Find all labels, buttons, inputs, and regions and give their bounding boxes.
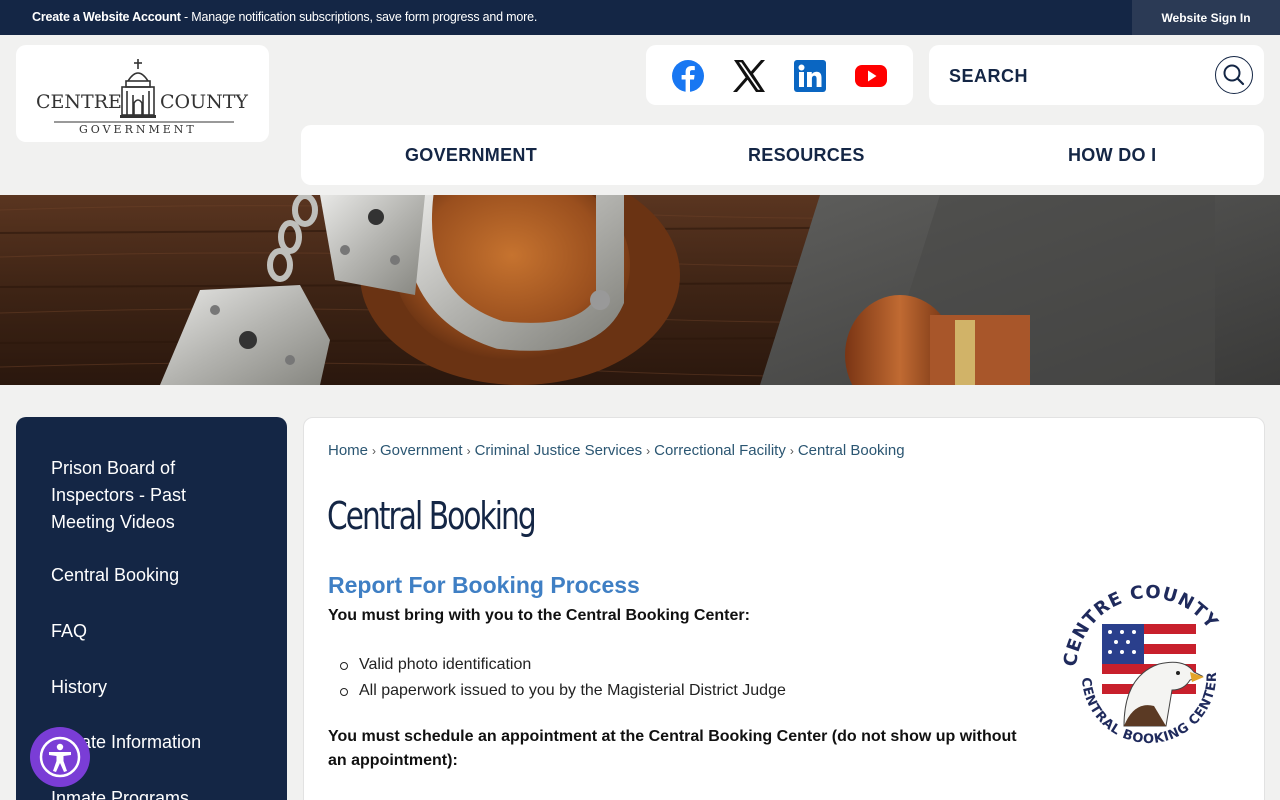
create-account-description: - Manage notification subscriptions, sav… <box>180 10 538 24</box>
x-icon[interactable] <box>732 59 766 93</box>
schedule-text: You must schedule an appointment at the … <box>328 728 1017 769</box>
central-booking-seal-image: CENTRE COUNTY CENTRAL BOOKING CENTER <box>1060 582 1221 747</box>
main-content: Home › Government › Criminal Justice Service… <box>303 417 1265 800</box>
section-heading: Report For Booking Process <box>328 572 640 598</box>
breadcrumb-separator: › <box>372 444 377 458</box>
breadcrumb-separator: › <box>789 444 794 458</box>
breadcrumb-separator: › <box>466 444 471 458</box>
search-box[interactable]: SEARCH <box>929 45 1264 105</box>
sidebar-item-central-booking[interactable]: Central Booking <box>51 562 251 589</box>
linkedin-icon[interactable] <box>793 59 827 93</box>
search-button[interactable] <box>1215 56 1253 94</box>
courthouse-icon: CENTRE COUNTY GOVERNMENT <box>36 59 248 136</box>
breadcrumb-government[interactable]: Government <box>380 442 463 459</box>
search-icon <box>1223 64 1245 86</box>
requirements-list: Valid photo identification All paperwork… <box>328 652 786 704</box>
website-sign-in-button[interactable]: Website Sign In <box>1132 0 1280 35</box>
youtube-icon[interactable] <box>854 59 888 93</box>
sidebar-item-prison-board-videos[interactable]: Prison Board of Inspectors - Past Meetin… <box>51 455 251 536</box>
facebook-icon[interactable] <box>671 59 705 93</box>
create-account-link[interactable]: Create a Website Account - Manage notifi… <box>32 10 537 24</box>
nav-how-do-i[interactable]: HOW DO I <box>1068 145 1156 166</box>
county-logo[interactable]: CENTRE COUNTY GOVERNMENT <box>16 45 269 142</box>
svg-text:CENTRE: CENTRE <box>36 91 122 113</box>
accessibility-button[interactable] <box>30 727 90 787</box>
accessibility-icon <box>39 736 81 778</box>
breadcrumb-correctional-facility[interactable]: Correctional Facility <box>654 442 786 459</box>
breadcrumb: Home › Government › Criminal Justice Service… <box>328 442 905 459</box>
breadcrumb-criminal-justice[interactable]: Criminal Justice Services <box>475 442 643 459</box>
handcuffs-gavel-image <box>0 195 1280 385</box>
bring-intro-text: You must bring with you to the Central B… <box>328 607 750 624</box>
search-input[interactable]: SEARCH <box>949 66 1028 87</box>
sidebar-item-inmate-programs[interactable]: Inmate Programs <box>51 785 251 800</box>
breadcrumb-central-booking[interactable]: Central Booking <box>798 442 905 459</box>
social-links <box>646 45 913 105</box>
svg-text:GOVERNMENT: GOVERNMENT <box>79 123 197 136</box>
main-nav: GOVERNMENT RESOURCES HOW DO I <box>301 125 1264 185</box>
top-bar: Create a Website Account - Manage notifi… <box>0 0 1280 35</box>
sidebar-item-history[interactable]: History <box>51 674 251 701</box>
hero-banner-image <box>0 195 1280 385</box>
list-item: Valid photo identification <box>328 652 786 678</box>
svg-text:COUNTY: COUNTY <box>160 91 248 113</box>
nav-resources[interactable]: RESOURCES <box>748 145 865 166</box>
sidebar-item-faq[interactable]: FAQ <box>51 618 251 645</box>
list-item: All paperwork issued to you by the Magis… <box>328 678 786 704</box>
create-account-label[interactable]: Create a Website Account <box>32 10 181 24</box>
breadcrumb-separator: › <box>646 444 651 458</box>
site-header: CENTRE COUNTY GOVERNMENT SEARCH GOVERNME… <box>0 35 1280 195</box>
breadcrumb-home[interactable]: Home <box>328 442 368 459</box>
nav-government[interactable]: GOVERNMENT <box>405 145 537 166</box>
page-title: Central Booking <box>327 494 537 538</box>
